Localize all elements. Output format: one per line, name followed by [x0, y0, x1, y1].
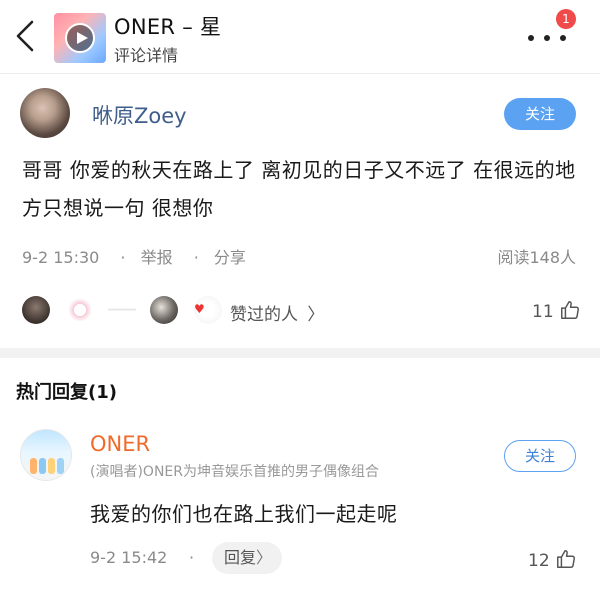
reply-avatar[interactable]: [20, 429, 72, 481]
heart-sticker-icon: ♥: [194, 302, 205, 316]
chevron-right-icon: 〉: [255, 548, 272, 567]
reply-user-tag: (演唱者)ONER为坤音娱乐首推的男子偶像组合: [90, 464, 379, 480]
report-link[interactable]: 举报: [141, 248, 173, 267]
page-subtitle: 评论详情: [114, 46, 179, 65]
back-button[interactable]: [12, 18, 40, 54]
like-button[interactable]: 11: [532, 299, 581, 322]
avatar-figure: [57, 458, 64, 474]
liker-avatar[interactable]: ♥: [194, 296, 222, 324]
liker-avatar[interactable]: [66, 296, 94, 324]
comment-text: 哥哥 你爱的秋天在路上了 离初见的日子又不远了 在很远的地方只想说一句 很想你: [22, 158, 576, 220]
song-title: ONER – 星: [114, 15, 222, 39]
avatar-figure: [30, 458, 37, 474]
share-link[interactable]: 分享: [214, 248, 246, 267]
liker-avatar[interactable]: [108, 296, 136, 324]
reply-username[interactable]: ONER: [90, 432, 150, 456]
liked-by-label: 赞过的人: [230, 305, 298, 325]
read-count: 阅读148人: [497, 248, 576, 267]
liked-by-link[interactable]: 赞过的人 〉: [230, 300, 324, 325]
top-bar: ONER – 星 评论详情 1: [0, 0, 600, 74]
comment-time: 9-2 15:30: [22, 248, 100, 267]
separator-dot: ·: [189, 548, 195, 567]
follow-button[interactable]: 关注: [504, 98, 576, 130]
reply-like-count: 12: [528, 551, 550, 571]
avatar-figure: [48, 458, 55, 474]
hot-replies-title: 热门回复(1): [16, 382, 117, 403]
reply-time: 9-2 15:42: [90, 548, 168, 567]
reply-like-button[interactable]: 12: [528, 548, 577, 571]
chevron-right-icon: 〉: [307, 305, 325, 325]
liker-avatar[interactable]: [150, 296, 178, 324]
reply-text: 我爱的你们也在路上我们一起走呢: [90, 502, 398, 526]
back-icon: [16, 20, 34, 52]
commenter-avatar[interactable]: [20, 88, 70, 138]
reply-label: 回复: [224, 548, 257, 567]
separator-dot: ·: [193, 248, 199, 267]
notification-badge: 1: [556, 9, 576, 29]
thumb-up-icon: [557, 550, 576, 568]
thumb-up-icon: [561, 301, 580, 319]
comment-meta: 9-2 15:30 · 举报 · 分享: [22, 244, 252, 268]
separator-dot: ·: [120, 248, 126, 267]
reply-follow-button[interactable]: 关注: [504, 440, 576, 472]
more-button[interactable]: [526, 26, 570, 50]
song-cover[interactable]: [54, 13, 106, 63]
liker-avatar[interactable]: [22, 296, 50, 324]
play-icon[interactable]: [65, 23, 95, 53]
reply-button[interactable]: 回复 〉: [212, 542, 282, 574]
like-count: 11: [532, 302, 554, 322]
commenter-username[interactable]: 咻原Zoey: [92, 100, 187, 130]
section-divider: [0, 348, 600, 358]
avatar-figure: [39, 458, 46, 474]
